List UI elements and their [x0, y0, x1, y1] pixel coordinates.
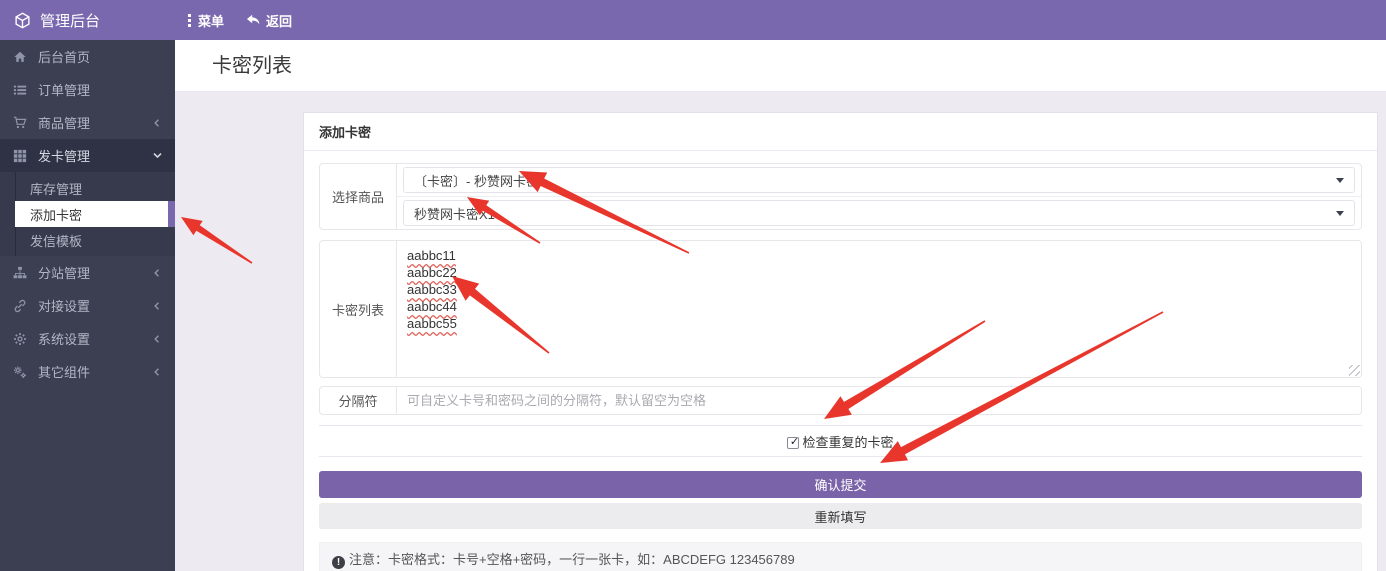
card-line: aabbc44 [407, 298, 457, 315]
reply-arrow-icon [246, 14, 260, 26]
product-select-2[interactable]: 秒赞网卡密X1 [403, 200, 1355, 226]
exclamation-circle-icon: ! [332, 556, 345, 569]
chevron-left-icon [151, 300, 163, 312]
card-line: aabbc33 [407, 281, 457, 298]
sidebar-item-orders[interactable]: 订单管理 [0, 73, 175, 106]
separator-input[interactable] [397, 387, 1361, 414]
link-icon [12, 298, 28, 314]
caret-down-icon [1336, 178, 1344, 183]
card-line: aabbc55 [407, 315, 457, 332]
sidebar-item-home[interactable]: 后台首页 [0, 40, 175, 73]
product-select-1[interactable]: 〔卡密〕- 秒赞网卡密 [403, 167, 1355, 193]
sidebar-item-label: 商品管理 [38, 113, 151, 132]
sidebar-item-system-settings[interactable]: 系统设置 [0, 322, 175, 355]
list-icon [12, 82, 28, 98]
sidebar-subitem-label: 发信模板 [30, 231, 82, 250]
sidebar-item-label: 分站管理 [38, 263, 151, 282]
product-row: 选择商品 〔卡密〕- 秒赞网卡密 秒赞网卡密X1 [319, 163, 1362, 230]
grid-icon [12, 148, 28, 164]
sidebar-item-label: 对接设置 [38, 296, 151, 315]
card-list-label: 卡密列表 [320, 241, 397, 377]
chevron-left-icon [151, 366, 163, 378]
menu-bars-icon [187, 14, 192, 27]
header-nav: 菜单 返回 [175, 11, 292, 30]
product-select-1-value: 〔卡密〕- 秒赞网卡密 [414, 171, 1336, 190]
note-line-1: ! 注意：卡密格式：卡号+空格+密码，一行一张卡，如：ABCDEFG 123456… [332, 550, 1349, 570]
chevron-left-icon [151, 117, 163, 129]
separator-field [397, 387, 1361, 414]
duplicate-checkbox-label: 检查重复的卡密 [802, 435, 893, 450]
sidebar-item-mail-template[interactable]: 发信模板 [0, 227, 175, 253]
brand-title: 管理后台 [40, 10, 100, 31]
reset-button[interactable]: 重新填写 [319, 503, 1362, 529]
chevron-left-icon [151, 267, 163, 279]
sidebar-item-other-components[interactable]: 其它组件 [0, 355, 175, 388]
product-select-row-1: 〔卡密〕- 秒赞网卡密 [397, 164, 1361, 197]
main-area: 卡密列表 添加卡密 选择商品 〔卡密〕- 秒赞网卡密 [175, 40, 1386, 571]
cube-icon [14, 12, 31, 29]
top-header: 管理后台 菜单 返回 [0, 0, 1386, 40]
separator-row: 分隔符 [319, 386, 1362, 415]
duplicate-checkbox[interactable] [787, 437, 799, 449]
sidebar-item-products[interactable]: 商品管理 [0, 106, 175, 139]
menu-label: 菜单 [198, 11, 224, 30]
sidebar-item-substation[interactable]: 分站管理 [0, 256, 175, 289]
product-select-2-value: 秒赞网卡密X1 [414, 204, 1336, 223]
card-list-textarea[interactable]: aabbc11aabbc22aabbc33aabbc44aabbc55 [397, 241, 1361, 377]
panel-body: 选择商品 〔卡密〕- 秒赞网卡密 秒赞网卡密X1 [304, 151, 1377, 571]
separator-label: 分隔符 [320, 387, 397, 414]
divider [319, 456, 1362, 457]
card-management-submenu: 库存管理 添加卡密 发信模板 [0, 172, 175, 256]
panel-title: 添加卡密 [304, 113, 1377, 151]
product-select-row-2: 秒赞网卡密X1 [397, 197, 1361, 229]
product-label: 选择商品 [320, 164, 397, 229]
content-area: 添加卡密 选择商品 〔卡密〕- 秒赞网卡密 [175, 92, 1386, 571]
card-list-field: aabbc11aabbc22aabbc33aabbc44aabbc55 [397, 241, 1361, 377]
sidebar-subitem-label: 添加卡密 [30, 205, 82, 224]
brand: 管理后台 [0, 10, 175, 31]
sidebar-subitem-label: 库存管理 [30, 179, 82, 198]
sidebar: 后台首页 订单管理 商品管理 [0, 40, 175, 571]
back-button[interactable]: 返回 [246, 11, 292, 30]
page-title: 卡密列表 [175, 40, 1386, 92]
sidebar-item-label: 后台首页 [38, 47, 163, 66]
textarea-resize-handle[interactable] [1349, 365, 1360, 376]
card-list-row: 卡密列表 aabbc11aabbc22aabbc33aabbc44aabbc55 [319, 240, 1362, 378]
checkbox-row: 检查重复的卡密 [319, 426, 1362, 456]
cart-icon [12, 115, 28, 131]
sidebar-item-label: 发卡管理 [38, 146, 151, 165]
submit-button[interactable]: 确认提交 [319, 471, 1362, 498]
chevron-down-icon [151, 150, 163, 162]
card-line: aabbc11 [407, 247, 456, 264]
add-card-panel: 添加卡密 选择商品 〔卡密〕- 秒赞网卡密 [303, 112, 1378, 571]
note-box: ! 注意：卡密格式：卡号+空格+密码，一行一张卡，如：ABCDEFG 123456… [319, 542, 1362, 571]
sidebar-item-add-card[interactable]: 添加卡密 [15, 201, 175, 227]
sidebar-item-api-settings[interactable]: 对接设置 [0, 289, 175, 322]
home-icon [12, 49, 28, 65]
gear-icon [12, 331, 28, 347]
card-line: aabbc22 [407, 264, 457, 281]
sitemap-icon [12, 265, 28, 281]
gears-icon [12, 364, 28, 380]
back-label: 返回 [266, 11, 292, 30]
chevron-left-icon [151, 333, 163, 345]
sidebar-item-label: 其它组件 [38, 362, 151, 381]
menu-button[interactable]: 菜单 [187, 11, 224, 30]
caret-down-icon [1336, 211, 1344, 216]
sidebar-item-stock[interactable]: 库存管理 [0, 175, 175, 201]
note-text-1: 注意：卡密格式：卡号+空格+密码，一行一张卡，如：ABCDEFG 1234567… [349, 552, 795, 567]
product-field: 〔卡密〕- 秒赞网卡密 秒赞网卡密X1 [397, 164, 1361, 229]
sidebar-item-label: 订单管理 [38, 80, 163, 99]
sidebar-item-label: 系统设置 [38, 329, 151, 348]
sidebar-item-card-management[interactable]: 发卡管理 [0, 139, 175, 172]
